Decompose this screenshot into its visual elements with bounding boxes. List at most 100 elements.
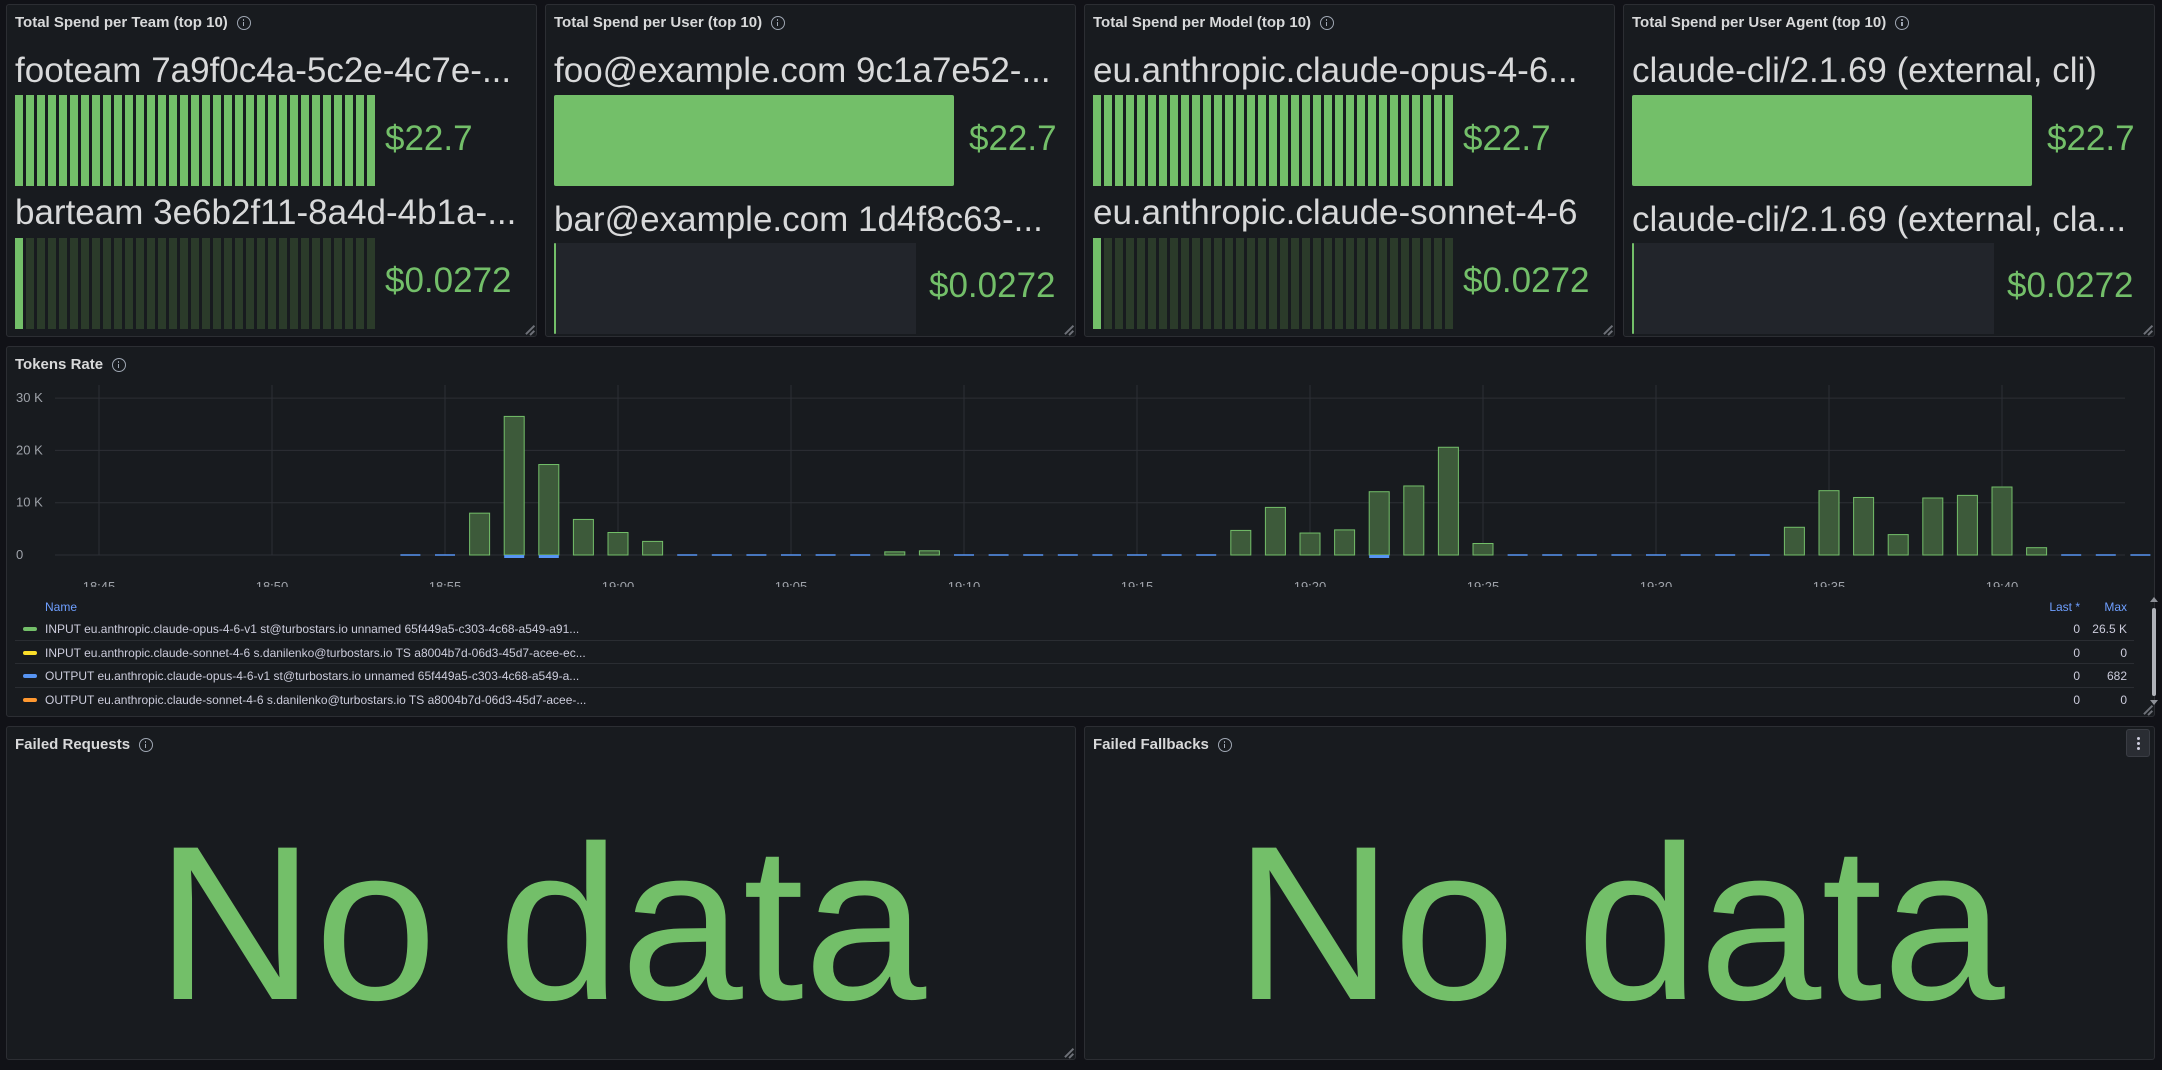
- legend-last-value: 0: [2073, 622, 2080, 636]
- legend-last-value: 0: [2073, 669, 2080, 683]
- scroll-down-arrow-icon[interactable]: [2150, 700, 2158, 705]
- legend-max-value: 0: [2120, 692, 2127, 707]
- scroll-up-arrow-icon[interactable]: [2150, 597, 2158, 602]
- series-color-swatch: [23, 674, 37, 678]
- info-icon[interactable]: [1217, 737, 1232, 752]
- bar-label: bar@example.com 1d4f8c63-...: [554, 200, 1043, 239]
- x-tick-label: 19:30: [1640, 579, 1673, 587]
- bar-label: eu.anthropic.claude-opus-4-6...: [1093, 51, 1578, 90]
- bar-value: $0.0272: [385, 261, 512, 300]
- legend-scrollbar[interactable]: [2152, 608, 2156, 696]
- series-bar: [1472, 542, 1494, 556]
- resize-handle[interactable]: [524, 324, 534, 334]
- x-tick-label: 19:10: [948, 579, 981, 587]
- bar-gauge-opus: [1093, 95, 1453, 186]
- panel-spend-per-user[interactable]: Total Spend per User (top 10) foo@exampl…: [545, 4, 1076, 337]
- panel-title[interactable]: Total Spend per User Agent (top 10): [1632, 14, 1910, 31]
- legend-row[interactable]: OUTPUT eu.anthropic.claude-opus-4-6-v1 s…: [15, 664, 2134, 688]
- series-bar: [538, 555, 559, 558]
- y-tick-label: 20 K: [16, 442, 43, 457]
- no-data-message: No data: [155, 799, 927, 1046]
- legend-max-value: 0: [2120, 645, 2127, 660]
- resize-handle[interactable]: [1063, 324, 1073, 334]
- panel-spend-per-user-agent[interactable]: Total Spend per User Agent (top 10) clau…: [1623, 4, 2155, 337]
- bar-gauge-cli-2: [1632, 243, 1994, 334]
- panel-failed-fallbacks[interactable]: Failed Fallbacks No data: [1084, 726, 2155, 1060]
- panel-title[interactable]: Total Spend per Model (top 10): [1093, 14, 1335, 31]
- x-tick-label: 19:15: [1121, 579, 1154, 587]
- panel-failed-requests[interactable]: Failed Requests No data: [6, 726, 1076, 1060]
- panel-menu-button[interactable]: [2126, 729, 2150, 757]
- panel-spend-per-model[interactable]: Total Spend per Model (top 10) eu.anthro…: [1084, 4, 1615, 337]
- bar-value: $22.7: [1463, 119, 1551, 158]
- legend-header-max[interactable]: Max: [2104, 600, 2127, 614]
- resize-handle[interactable]: [2142, 704, 2152, 714]
- series-color-swatch: [23, 697, 37, 702]
- info-icon[interactable]: [1895, 15, 1910, 30]
- bar-gauge-barteam: [15, 238, 375, 329]
- y-tick-label: 0: [16, 547, 23, 562]
- bar-label: claude-cli/2.1.69 (external, cli): [1632, 51, 2097, 90]
- series-bar: [1334, 529, 1356, 556]
- series-bar: [1437, 446, 1459, 556]
- bar-value: $0.0272: [929, 266, 1056, 305]
- series-color-swatch: [23, 627, 37, 631]
- series-bar: [884, 551, 906, 556]
- legend-header-last[interactable]: Last *: [2049, 600, 2080, 614]
- bar-gauge-cli: [1632, 95, 2032, 186]
- info-icon[interactable]: [1320, 15, 1335, 30]
- bar-label: footeam 7a9f0c4a-5c2e-4c7e-...: [15, 51, 512, 90]
- y-tick-label: 10 K: [16, 495, 43, 510]
- bar-fill: [1093, 238, 1101, 329]
- tokens-rate-chart[interactable]: 0 10 K 20 K 30 K 18:45 18:50 18:55 19:00 19:05 19…: [7, 347, 2155, 587]
- x-tick-label: 18:50: [256, 579, 289, 587]
- info-icon[interactable]: [139, 737, 154, 752]
- legend-row[interactable]: INPUT eu.anthropic.claude-sonnet-4-6 s.d…: [15, 641, 2134, 664]
- y-tick-label: 30 K: [16, 390, 43, 405]
- legend-header-name[interactable]: Name: [45, 600, 77, 614]
- no-data-message: No data: [1234, 799, 2005, 1046]
- panel-title[interactable]: Failed Requests: [15, 736, 154, 753]
- series-bar: [1368, 491, 1390, 556]
- series-bar: [538, 464, 560, 556]
- bar-fill: [554, 95, 954, 186]
- series-bar: [1887, 534, 1909, 556]
- series-bar: [607, 532, 629, 556]
- bar-fill: [1632, 95, 2032, 186]
- resize-handle[interactable]: [1063, 1047, 1073, 1057]
- info-icon[interactable]: [771, 15, 786, 30]
- series-bar: [1299, 532, 1321, 556]
- panel-title[interactable]: Total Spend per Team (top 10): [15, 14, 251, 31]
- panel-title[interactable]: Failed Fallbacks: [1093, 736, 1232, 753]
- legend-last-value: 0: [2073, 692, 2080, 707]
- x-tick-label: 19:35: [1813, 579, 1846, 587]
- bar-label: claude-cli/2.1.69 (external, cla...: [1632, 200, 2127, 239]
- legend-row[interactable]: INPUT eu.anthropic.claude-opus-4-6-v1 st…: [15, 617, 2134, 641]
- series-bar: [1853, 496, 1875, 556]
- resize-handle[interactable]: [2142, 324, 2152, 334]
- series-bar: [1922, 497, 1944, 556]
- bar-value: $22.7: [385, 119, 473, 158]
- legend-series-name: INPUT eu.anthropic.claude-opus-4-6-v1 st…: [45, 622, 580, 636]
- info-icon[interactable]: [236, 15, 251, 30]
- series-bar: [918, 550, 940, 556]
- legend-series-name: OUTPUT eu.anthropic.claude-sonnet-4-6 s.…: [45, 692, 587, 707]
- legend-series-name: OUTPUT eu.anthropic.claude-opus-4-6-v1 s…: [45, 669, 580, 683]
- panel-tokens-rate[interactable]: Tokens Rate 0 10 K 20 K 30 K 18:45 18:50 18:55…: [6, 346, 2155, 717]
- panel-spend-per-team[interactable]: Total Spend per Team (top 10) footeam 7a…: [6, 4, 537, 337]
- menu-dot-icon: [2136, 746, 2140, 750]
- bar-value: $22.7: [969, 119, 1057, 158]
- bar-value: $0.0272: [1463, 261, 1590, 300]
- legend-max-value: 682: [2106, 669, 2127, 683]
- bar-fill: [1093, 95, 1453, 186]
- bar-fill: [15, 95, 375, 186]
- legend-row[interactable]: OUTPUT eu.anthropic.claude-sonnet-4-6 s.…: [15, 688, 2134, 712]
- resize-handle[interactable]: [1602, 324, 1612, 334]
- x-tick-label: 18:55: [429, 579, 462, 587]
- panel-title[interactable]: Total Spend per User (top 10): [554, 14, 786, 31]
- x-tick-label: 19:20: [1294, 579, 1327, 587]
- series-bar: [1991, 486, 2013, 556]
- series-bar: [504, 555, 525, 558]
- x-tick-label: 19:40: [1986, 579, 2019, 587]
- legend-last-value: 0: [2073, 645, 2080, 660]
